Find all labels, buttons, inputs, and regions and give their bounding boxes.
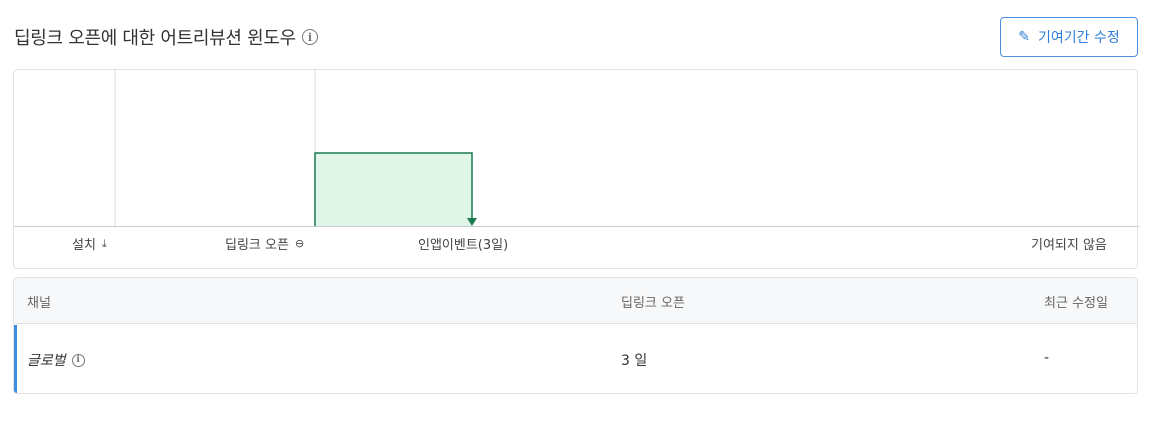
- attribution-timeline: 설치 ⤓ 딥링크 오픈 ⊖ 인앱이벤트(3일) 기여되지 않음: [13, 69, 1139, 269]
- attribution-table: 채널 딥링크 오픈 최근 수정일 글로벌 i 3 일 -: [13, 277, 1138, 394]
- deeplink-open-cell: 3 일: [621, 353, 648, 369]
- download-icon: ⤓: [101, 236, 107, 250]
- last-modified-cell: -: [1044, 350, 1050, 366]
- channel-cell: 글로벌 i: [27, 350, 85, 370]
- column-header-deeplink-open: 딥링크 오픈: [621, 296, 685, 311]
- edit-attribution-window-label: 기여기간 수정: [1038, 30, 1120, 46]
- info-icon[interactable]: i: [301, 29, 318, 45]
- edit-attribution-window-button[interactable]: ✎ 기여기간 수정: [1000, 17, 1138, 57]
- attribution-window-area: [315, 153, 472, 226]
- column-header-channel: 채널: [27, 296, 51, 311]
- page-title-text: 딥링크 오픈에 대한 어트리뷰션 윈도우: [14, 28, 296, 49]
- link-icon: ⊖: [294, 237, 305, 250]
- timeline-label-install: 설치 ⤓: [72, 236, 107, 254]
- pencil-icon: ✎: [1018, 29, 1030, 45]
- page-title: 딥링크 오픈에 대한 어트리뷰션 윈도우 i: [14, 24, 318, 50]
- table-header: 채널 딥링크 오픈 최근 수정일: [14, 278, 1137, 324]
- timeline-label-not-attributed: 기여되지 않음: [1031, 238, 1107, 253]
- table-row[interactable]: 글로벌 i 3 일 -: [14, 325, 1137, 393]
- timeline-label-inapp-event: 인앱이벤트(3일): [418, 238, 509, 253]
- timeline-graphic: [14, 70, 1139, 227]
- timeline-label-deeplink: 딥링크 오픈 ⊖: [225, 237, 305, 253]
- info-icon[interactable]: i: [71, 353, 85, 367]
- column-header-last-modified: 최근 수정일: [1044, 296, 1108, 311]
